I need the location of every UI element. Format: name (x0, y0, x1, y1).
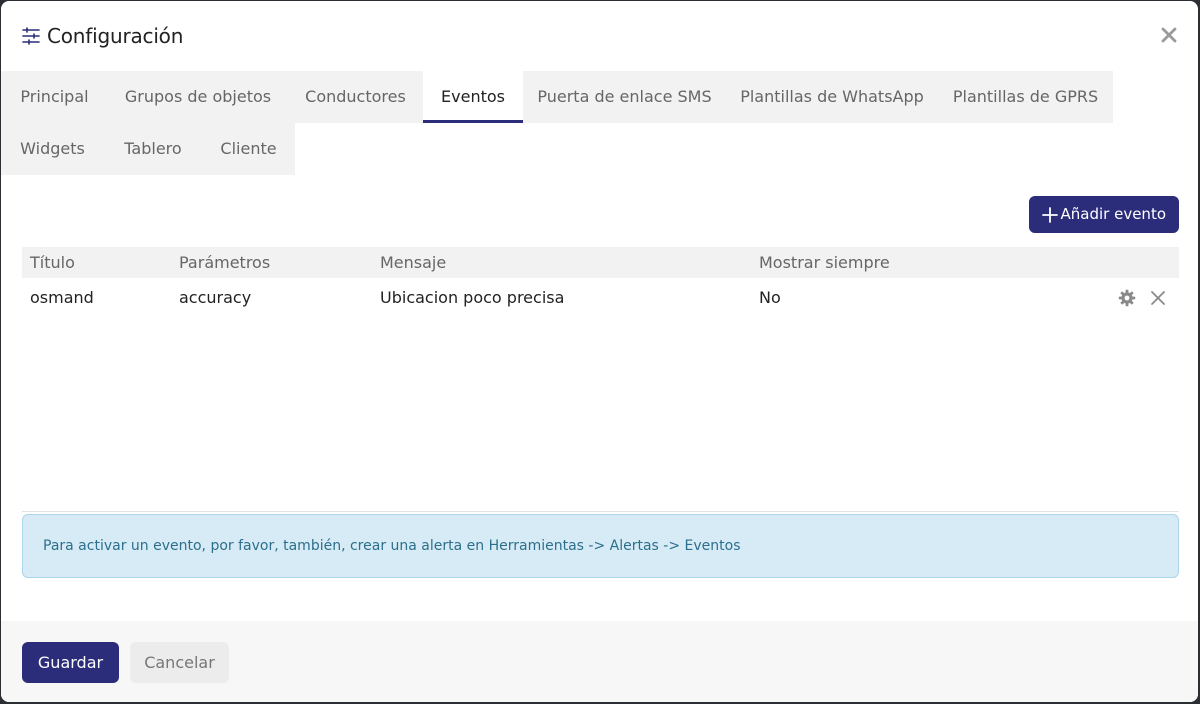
delete-icon[interactable] (1149, 289, 1167, 307)
tab-widgets[interactable]: Widgets (1, 123, 104, 175)
events-table: Título Parámetros Mensaje Mostrar siempr… (22, 247, 1179, 318)
cell-message: Ubicacion poco precisa (380, 288, 565, 307)
tab-eventos[interactable]: Eventos (423, 71, 523, 123)
table-divider (22, 511, 1179, 512)
add-event-button[interactable]: Añadir evento (1028, 196, 1179, 233)
tab-plantillas-de-whatsapp[interactable]: Plantillas de WhatsApp (726, 71, 938, 123)
column-header-mensaje[interactable]: Mensaje (380, 247, 446, 278)
settings-dialog: Configuración Principal Grupos de objeto… (1, 1, 1198, 702)
sliders-icon (22, 27, 40, 45)
gear-icon[interactable] (1118, 289, 1136, 307)
tab-tablero[interactable]: Tablero (104, 123, 202, 175)
tab-conductores[interactable]: Conductores (288, 71, 423, 123)
cell-show-always: No (759, 288, 781, 307)
tab-puerta-de-enlace-sms[interactable]: Puerta de enlace SMS (523, 71, 726, 123)
add-event-label: Añadir evento (1060, 205, 1166, 223)
table-row: osmand accuracy Ubicacion poco precisa N… (22, 278, 1179, 318)
info-alert: Para activar un evento, por favor, tambi… (22, 514, 1179, 578)
tab-principal[interactable]: Principal (1, 71, 108, 123)
tab-cliente[interactable]: Cliente (202, 123, 295, 175)
dialog-header: Configuración (1, 1, 1198, 71)
cancel-button[interactable]: Cancelar (130, 642, 229, 683)
cell-title: osmand (30, 288, 94, 307)
cell-parameters: accuracy (179, 288, 252, 307)
column-header-parametros[interactable]: Parámetros (179, 247, 270, 278)
save-button[interactable]: Guardar (22, 642, 119, 683)
tab-plantillas-de-gprs[interactable]: Plantillas de GPRS (938, 71, 1113, 123)
column-header-titulo[interactable]: Título (30, 247, 75, 278)
close-icon[interactable] (1158, 23, 1180, 47)
dialog-footer: Guardar Cancelar (1, 621, 1198, 702)
dialog-title: Configuración (47, 24, 184, 48)
tab-grupos-de-objetos[interactable]: Grupos de objetos (108, 71, 288, 123)
plus-icon (1041, 206, 1058, 223)
table-header: Título Parámetros Mensaje Mostrar siempr… (22, 247, 1179, 278)
events-panel: Añadir evento Título Parámetros Mensaje … (1, 175, 1198, 621)
settings-tabs: Principal Grupos de objetos Conductores … (1, 71, 1198, 175)
column-header-mostrar-siempre[interactable]: Mostrar siempre (759, 247, 890, 278)
